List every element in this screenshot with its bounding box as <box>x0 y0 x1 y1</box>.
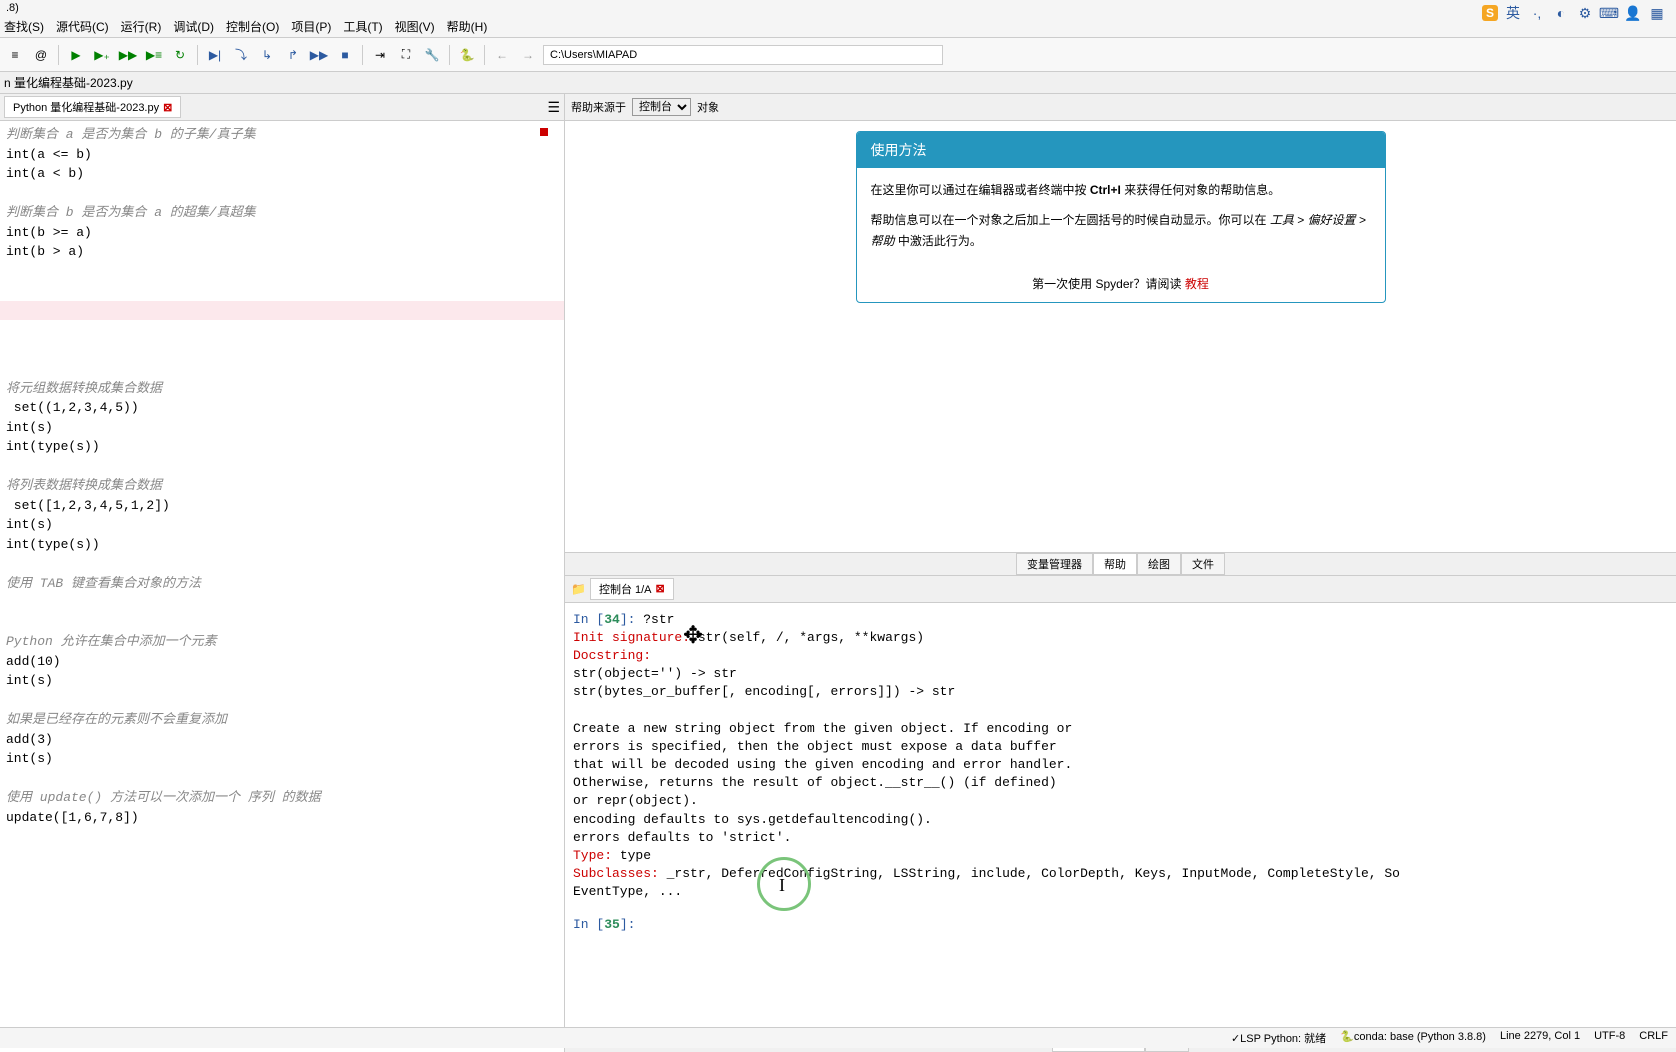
close-icon[interactable]: ⊠ <box>163 101 172 114</box>
status-eol: CRLF <box>1639 1030 1668 1046</box>
help-source-bar: 帮助来源于 控制台 对象 <box>565 94 1676 121</box>
system-tray: S 英 ·, ◐ ⚙ ⌨ 👤 ▦ <box>1482 4 1666 22</box>
status-bar: ✓LSP Python: 就绪 🐍conda: base (Python 3.8… <box>0 1027 1676 1048</box>
debug-icon[interactable]: ▶| <box>204 44 226 66</box>
help-line1: 在这里你可以通过在编辑器或者终端中按 Ctrl+I 来获得任何对象的帮助信息。 <box>871 180 1371 202</box>
tab-variables[interactable]: 变量管理器 <box>1016 553 1093 575</box>
back-icon[interactable]: ← <box>491 44 513 66</box>
maximize-icon[interactable]: ⛶ <box>395 44 417 66</box>
step-into-icon[interactable]: ↳ <box>256 44 278 66</box>
at-icon[interactable]: @ <box>30 44 52 66</box>
file-tab[interactable]: n 量化编程基础-2023.py <box>4 74 133 91</box>
run-icon[interactable]: ▶ <box>65 44 87 66</box>
tab-plot[interactable]: 绘图 <box>1137 553 1181 575</box>
panel-tabs: 变量管理器 帮助 绘图 文件 <box>565 552 1676 576</box>
help-footer: 第一次使用 Spyder？请阅读 教程 <box>857 265 1385 302</box>
step-icon[interactable]: ⤵ <box>230 44 252 66</box>
lang-indicator[interactable]: 英 <box>1504 4 1522 22</box>
tab-help[interactable]: 帮助 <box>1093 553 1137 575</box>
help-panel: 使用方法 在这里你可以通过在编辑器或者终端中按 Ctrl+I 来获得任何对象的帮… <box>565 121 1676 552</box>
continue-icon[interactable]: ▶▶ <box>308 44 330 66</box>
console-tab[interactable]: 控制台 1/A ⊠ <box>590 578 674 600</box>
status-conda[interactable]: 🐍conda: base (Python 3.8.8) <box>1340 1030 1486 1046</box>
tray-icon-4[interactable]: ⌨ <box>1600 4 1618 22</box>
file-tab-bar: n 量化编程基础-2023.py <box>0 72 1676 94</box>
console-tab-bar: 📁 控制台 1/A ⊠ <box>565 576 1676 603</box>
tutorial-link[interactable]: 教程 <box>1185 277 1209 291</box>
stop-icon[interactable]: ■ <box>334 44 356 66</box>
editor-tab[interactable]: Python 量化编程基础-2023.py ⊠ <box>4 96 181 118</box>
run-selection-icon[interactable]: ▶≡ <box>143 44 165 66</box>
outline-icon[interactable]: ≡ <box>4 44 26 66</box>
console-folder-icon[interactable]: 📁 <box>571 582 586 596</box>
settings-icon[interactable]: 🔧 <box>421 44 443 66</box>
run-cell-icon[interactable]: ▶₊ <box>91 44 113 66</box>
step-out-icon[interactable]: ↱ <box>282 44 304 66</box>
tray-icon-1[interactable]: ·, <box>1528 4 1546 22</box>
rerun-icon[interactable]: ↻ <box>169 44 191 66</box>
menu-source[interactable]: 源代码(C) <box>56 18 109 35</box>
code-editor[interactable]: 判断集合 a 是否为集合 b 的子集/真子集int(a <= b)int(a <… <box>0 121 564 1052</box>
import-icon[interactable]: ⇥ <box>369 44 391 66</box>
help-source-label: 帮助来源于 <box>571 99 626 115</box>
tray-icon-2[interactable]: ◐ <box>1552 4 1570 22</box>
help-line2: 帮助信息可以在一个对象之后加上一个左圆括号的时候自动显示。你可以在 工具 > 偏… <box>871 210 1371 253</box>
menu-debug[interactable]: 调试(D) <box>173 18 214 35</box>
menu-tools[interactable]: 工具(T) <box>343 18 382 35</box>
tray-icon-5[interactable]: 👤 <box>1624 4 1642 22</box>
menu-project[interactable]: 项目(P) <box>291 18 331 35</box>
status-line: Line 2279, Col 1 <box>1500 1030 1580 1046</box>
run-cell-advance-icon[interactable]: ▶▶ <box>117 44 139 66</box>
help-object-label: 对象 <box>697 99 719 115</box>
status-encoding: UTF-8 <box>1594 1030 1625 1046</box>
console-tab-label: 控制台 1/A <box>599 581 652 597</box>
ime-icon[interactable]: S <box>1482 5 1498 21</box>
editor-marker <box>540 128 548 136</box>
forward-icon[interactable]: → <box>517 44 539 66</box>
ipython-console[interactable]: ✥ In [34]: ?str Init signature: str(self… <box>565 603 1676 1030</box>
toolbar: ≡ @ ▶ ▶₊ ▶▶ ▶≡ ↻ ▶| ⤵ ↳ ↱ ▶▶ ■ ⇥ ⛶ 🔧 🐍 ←… <box>0 38 1676 72</box>
tab-files[interactable]: 文件 <box>1181 553 1225 575</box>
tray-icon-3[interactable]: ⚙ <box>1576 4 1594 22</box>
status-lsp: ✓LSP Python: 就绪 <box>1231 1030 1326 1046</box>
close-icon[interactable]: ⊠ <box>656 582 665 595</box>
help-title: 使用方法 <box>857 132 1385 168</box>
title-fragment: .8) <box>0 0 1676 16</box>
help-source-select[interactable]: 控制台 <box>632 98 691 116</box>
menu-view[interactable]: 视图(V) <box>395 18 435 35</box>
working-dir-input[interactable] <box>543 45 943 65</box>
menu-help[interactable]: 帮助(H) <box>447 18 488 35</box>
menu-find[interactable]: 查找(S) <box>4 18 44 35</box>
tray-icon-6[interactable]: ▦ <box>1648 4 1666 22</box>
menubar: 查找(S) 源代码(C) 运行(R) 调试(D) 控制台(O) 项目(P) 工具… <box>0 16 1676 38</box>
editor-pane: Python 量化编程基础-2023.py ⊠ ☰ 判断集合 a 是否为集合 b… <box>0 94 565 1052</box>
python-path-icon[interactable]: 🐍 <box>456 44 478 66</box>
editor-tab-label: Python 量化编程基础-2023.py <box>13 99 159 115</box>
menu-run[interactable]: 运行(R) <box>121 18 162 35</box>
menu-console[interactable]: 控制台(O) <box>226 18 279 35</box>
editor-menu-icon[interactable]: ☰ <box>547 99 560 116</box>
